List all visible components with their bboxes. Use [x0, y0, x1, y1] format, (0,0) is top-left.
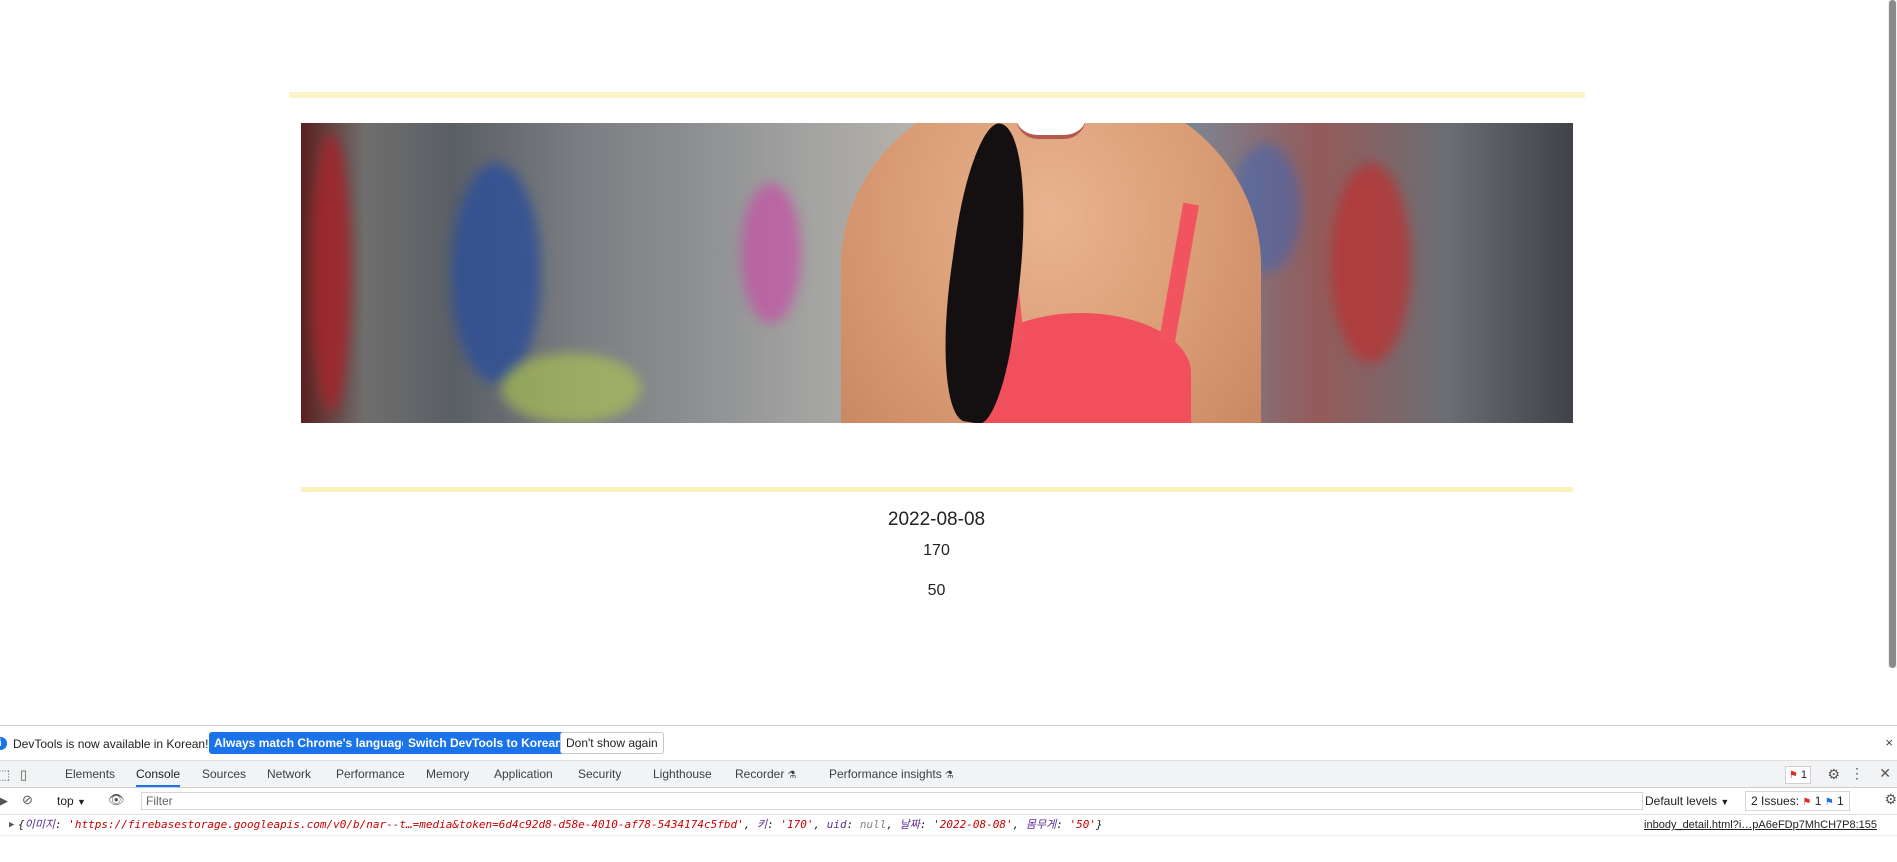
log-levels-label: Default levels: [1645, 794, 1718, 808]
tab-lighthouse[interactable]: Lighthouse: [653, 761, 712, 787]
switch-to-korean-button[interactable]: Switch DevTools to Korean: [403, 732, 568, 754]
top-divider: [289, 92, 1585, 98]
language-infobar: i DevTools is now available in Korean! A…: [0, 726, 1897, 761]
close-icon[interactable]: ×: [1885, 735, 1893, 750]
tab-recorder-label: Recorder: [735, 767, 785, 781]
console-log-entry[interactable]: ▶ {이미지: 'https://firebasestorage.googlea…: [0, 815, 1897, 836]
live-expression-eye-icon[interactable]: 👁: [108, 792, 125, 808]
more-options-icon[interactable]: ⋮: [1850, 765, 1864, 782]
devtools-panel: i DevTools is now available in Korean! A…: [0, 725, 1897, 862]
context-selector[interactable]: top ▼: [57, 794, 86, 808]
tab-recorder[interactable]: Recorder ⚗: [735, 761, 796, 787]
issues-error-count: 1: [1814, 794, 1822, 808]
console-settings-icon[interactable]: ⚙: [1884, 791, 1897, 808]
tab-security[interactable]: Security: [578, 761, 621, 787]
info-flag-icon: ⚑: [1824, 797, 1834, 808]
close-devtools-icon[interactable]: ✕: [1879, 765, 1891, 782]
inspect-element-icon[interactable]: ⬚: [0, 767, 10, 783]
dropdown-caret-icon: ▼: [77, 797, 86, 807]
context-selector-label: top: [57, 794, 74, 808]
record-date: 2022-08-08: [887, 509, 986, 530]
issues-label: 2 Issues:: [1751, 794, 1800, 808]
always-match-language-button[interactable]: Always match Chrome's language: [209, 732, 414, 754]
error-flag-icon: ⚑: [1788, 770, 1798, 781]
expand-arrow-icon[interactable]: ▶: [9, 815, 14, 835]
record-weight: 50: [927, 582, 946, 599]
page-scrollbar-thumb[interactable]: [1889, 0, 1896, 668]
dropdown-caret-icon: ▼: [1720, 797, 1730, 807]
page-content: 2022-08-08 170 50: [0, 0, 1897, 725]
source-link[interactable]: inbody_detail.html?i…pA6eFDp7MhCH7P8:155: [1644, 815, 1877, 835]
error-flag-icon: ⚑: [1802, 797, 1812, 808]
logged-object: {이미지: 'https://firebasestorage.googleapi…: [18, 818, 1103, 831]
clear-console-icon[interactable]: ⊘: [22, 792, 33, 808]
page-scrollbar[interactable]: [1888, 0, 1897, 668]
infobar-message: DevTools is now available in Korean!: [13, 737, 209, 751]
console-toolbar: ▶ ⊘ top ▼ 👁 Filter Default levels ▼ 2 Is…: [0, 788, 1897, 815]
tab-network[interactable]: Network: [267, 761, 311, 787]
console-filter-input[interactable]: Filter: [141, 792, 1643, 810]
tab-performance-insights-label: Performance insights: [829, 767, 942, 781]
issues-button[interactable]: 2 Issues: ⚑ 1 ⚑ 1: [1745, 791, 1850, 811]
flask-icon: ⚗: [944, 770, 954, 781]
inbody-photo: [301, 123, 1573, 423]
sidebar-toggle-icon[interactable]: ▶: [0, 793, 8, 809]
bottom-divider: [301, 487, 1573, 492]
record-height: 170: [923, 542, 950, 559]
issues-info-count: 1: [1837, 794, 1844, 808]
tab-performance-insights[interactable]: Performance insights ⚗: [829, 761, 954, 787]
tab-elements[interactable]: Elements: [65, 761, 115, 787]
error-count-badge[interactable]: ⚑ 1: [1784, 766, 1811, 784]
tab-memory[interactable]: Memory: [426, 761, 469, 787]
log-levels-dropdown[interactable]: Default levels ▼: [1645, 794, 1729, 808]
flask-icon: ⚗: [787, 770, 797, 781]
tab-sources[interactable]: Sources: [202, 761, 246, 787]
tab-performance[interactable]: Performance: [336, 761, 405, 787]
device-toolbar-icon[interactable]: ▯: [20, 767, 27, 783]
devtools-tabbar: ⬚ ▯ Elements Console Sources Network Per…: [0, 761, 1897, 788]
dont-show-again-button[interactable]: Don't show again: [560, 732, 664, 754]
tab-console[interactable]: Console: [136, 761, 181, 787]
settings-gear-icon[interactable]: ⚙: [1827, 766, 1840, 783]
error-count: 1: [1800, 769, 1807, 781]
info-icon: i: [0, 737, 7, 750]
tab-application[interactable]: Application: [494, 761, 553, 787]
